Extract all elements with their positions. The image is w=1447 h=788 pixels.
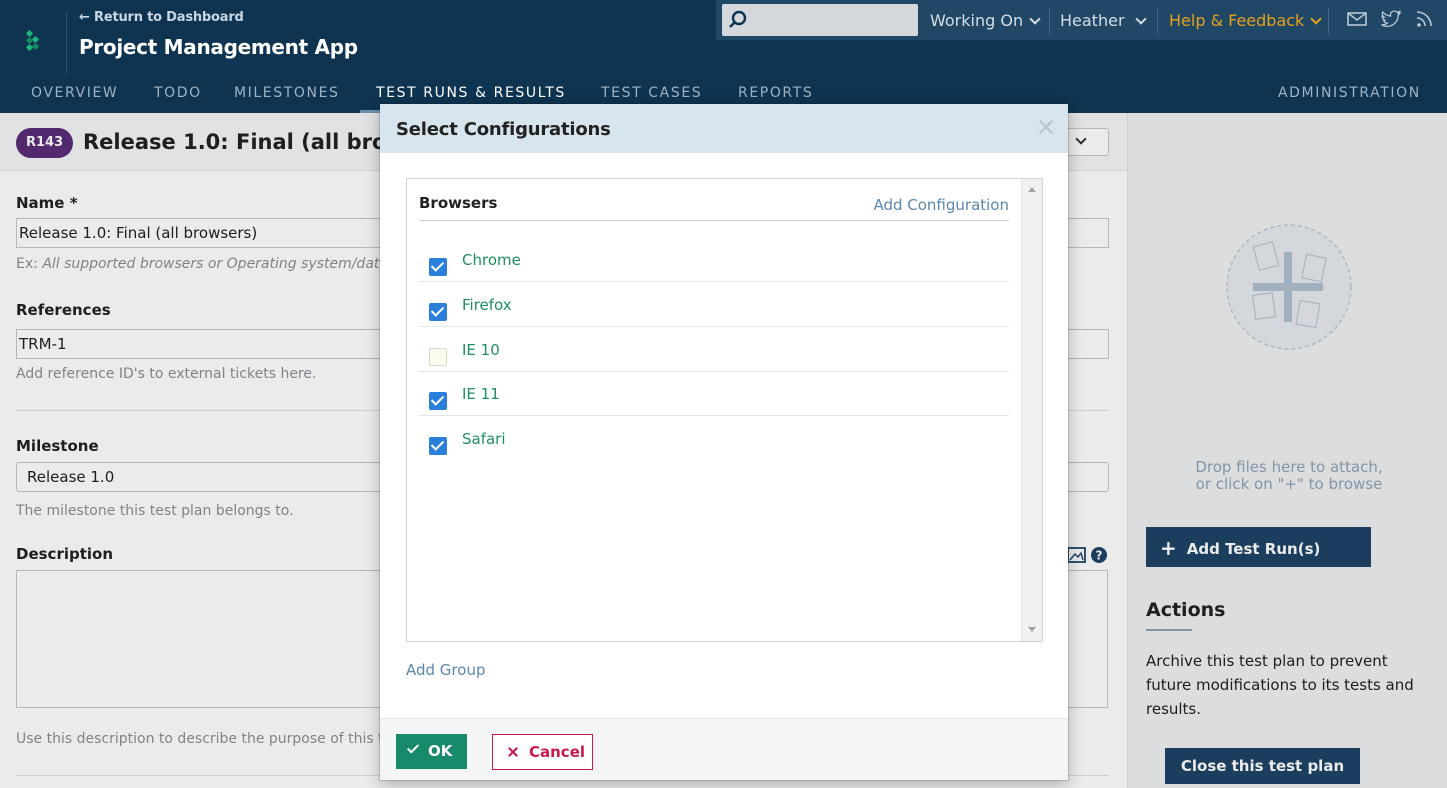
chevron-down-icon [1029, 13, 1041, 25]
close-test-plan-button[interactable]: Close this test plan [1165, 748, 1360, 784]
logo-divider [66, 12, 67, 74]
tab-test-cases[interactable]: TEST CASES [601, 85, 702, 101]
configurations-list: Browsers Add Configuration Chrome Firefo… [406, 178, 1043, 642]
name-help: Ex: All supported browsers or Operating … [16, 256, 421, 272]
tab-test-runs-results[interactable]: TEST RUNS & RESULTS [376, 85, 566, 101]
add-test-runs-label: Add Test Run(s) [1186, 540, 1321, 558]
app-title: Project Management App [79, 35, 358, 59]
user-menu[interactable]: Heather [1060, 11, 1147, 30]
check-icon [406, 741, 420, 754]
toolbar-separator [1157, 8, 1158, 34]
add-configuration-link[interactable]: Add Configuration [873, 196, 1009, 214]
plus-icon: + [1160, 536, 1177, 560]
dialog-footer: OK Cancel [380, 718, 1068, 780]
close-icon[interactable] [1035, 115, 1059, 139]
toolbar-separator [1328, 8, 1329, 34]
dropzone-text: Drop files here to attach, or click on "… [1166, 459, 1412, 493]
config-item-chrome[interactable]: Chrome [419, 237, 1009, 282]
twitter-icon[interactable] [1380, 9, 1402, 29]
description-label: Description [16, 545, 114, 563]
chevron-down-icon [1134, 13, 1147, 25]
tab-milestones[interactable]: MILESTONES [234, 85, 340, 101]
plan-id-badge: R143 [16, 128, 74, 158]
ie10-checkbox[interactable] [429, 348, 447, 366]
chevron-down-icon [1310, 13, 1322, 25]
help-feedback-menu[interactable]: Help & Feedback [1169, 11, 1322, 30]
dialog-header: Select Configurations [380, 104, 1068, 153]
chevron-down-icon [1075, 133, 1087, 145]
search-input[interactable] [722, 4, 918, 36]
safari-checkbox[interactable] [429, 437, 447, 455]
attachment-dropzone-icon[interactable] [1224, 222, 1354, 352]
scroll-down-arrow-icon[interactable] [1028, 627, 1036, 632]
config-label[interactable]: Chrome [462, 251, 521, 269]
add-group-link[interactable]: Add Group [406, 661, 485, 679]
name-help-prefix: Ex: [16, 256, 43, 272]
svg-text:?: ? [1096, 549, 1103, 563]
search-icon [729, 10, 747, 28]
actions-heading: Actions [1146, 599, 1226, 621]
actions-description: Archive this test plan to prevent future… [1146, 652, 1414, 718]
name-help-example: All supported browsers or Operating syst… [42, 256, 422, 272]
dropzone-text-line2: or click on "+" to browse [1195, 475, 1383, 493]
close-icon [507, 746, 519, 758]
tab-administration[interactable]: ADMINISTRATION [1278, 85, 1421, 101]
user-name-label: Heather [1060, 11, 1125, 30]
references-help: Add reference ID's to external tickets h… [16, 366, 317, 382]
working-on-label: Working On [930, 11, 1024, 30]
config-item-ie11[interactable]: IE 11 [419, 371, 1009, 416]
config-label[interactable]: Firefox [462, 296, 512, 314]
help-feedback-label: Help & Feedback [1169, 11, 1305, 30]
cancel-button[interactable]: Cancel [492, 734, 593, 770]
references-label: References [16, 301, 111, 319]
mail-icon[interactable] [1346, 9, 1368, 29]
firefox-checkbox[interactable] [429, 303, 447, 321]
tab-reports[interactable]: REPORTS [738, 85, 813, 101]
tab-overview[interactable]: OVERVIEW [31, 85, 118, 101]
ok-label: OK [428, 742, 453, 760]
ok-button[interactable]: OK [396, 734, 467, 769]
image-icon[interactable] [1067, 547, 1086, 563]
config-group-header: Browsers Add Configuration [419, 193, 1009, 221]
dropzone-text-line1: Drop files here to attach, [1195, 458, 1383, 476]
config-item-safari[interactable]: Safari [419, 416, 1009, 461]
dialog-title: Select Configurations [396, 119, 611, 140]
ie11-checkbox[interactable] [429, 392, 447, 410]
cancel-label: Cancel [529, 743, 586, 761]
actions-heading-underline [1146, 629, 1192, 631]
name-label: Name * [16, 194, 78, 212]
config-group-name: Browsers [419, 194, 498, 212]
help-icon[interactable]: ? [1091, 547, 1107, 563]
list-scrollbar[interactable] [1021, 179, 1042, 641]
config-label[interactable]: Safari [462, 430, 506, 448]
milestone-help: The milestone this test plan belongs to. [16, 503, 294, 519]
milestone-label: Milestone [16, 437, 99, 455]
scroll-up-arrow-icon[interactable] [1028, 187, 1036, 192]
app-logo-icon[interactable] [24, 28, 46, 54]
toolbar-separator [1049, 8, 1050, 34]
description-toolbar: ? [1067, 547, 1107, 563]
add-test-runs-button[interactable]: + Add Test Run(s) [1146, 527, 1371, 567]
select-configurations-dialog: Select Configurations Browsers Add Confi… [380, 104, 1068, 780]
config-item-firefox[interactable]: Firefox [419, 282, 1009, 327]
config-item-ie10[interactable]: IE 10 [419, 327, 1009, 372]
working-on-menu[interactable]: Working On [930, 11, 1041, 30]
tab-todo[interactable]: TODO [154, 85, 202, 101]
config-label[interactable]: IE 10 [462, 341, 500, 359]
rss-icon[interactable] [1414, 9, 1436, 29]
chrome-checkbox[interactable] [429, 258, 447, 276]
return-to-dashboard-link[interactable]: ← Return to Dashboard [79, 10, 244, 25]
config-label[interactable]: IE 11 [462, 385, 500, 403]
